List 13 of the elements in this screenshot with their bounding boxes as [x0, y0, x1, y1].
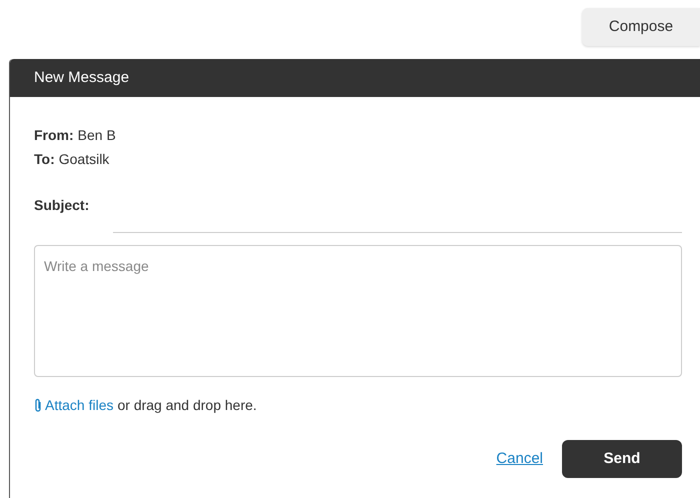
subject-label: Subject: [34, 196, 90, 215]
compose-button[interactable]: Compose [582, 8, 700, 46]
panel-title: New Message [34, 68, 130, 88]
field-label: To: [34, 150, 55, 169]
field-value: Goatsilk [58, 150, 110, 169]
field-label: From: [34, 126, 74, 145]
send-button[interactable]: Send [562, 440, 682, 478]
attach-hint: or drag and drop here. [117, 396, 257, 415]
message-field[interactable]: Write a message [34, 245, 682, 377]
field-value: Ben B [78, 126, 116, 145]
attach-files-link[interactable]: Attach files [34, 395, 114, 416]
cancel-link[interactable]: Cancel [496, 448, 543, 470]
paperclip-icon [34, 398, 42, 413]
